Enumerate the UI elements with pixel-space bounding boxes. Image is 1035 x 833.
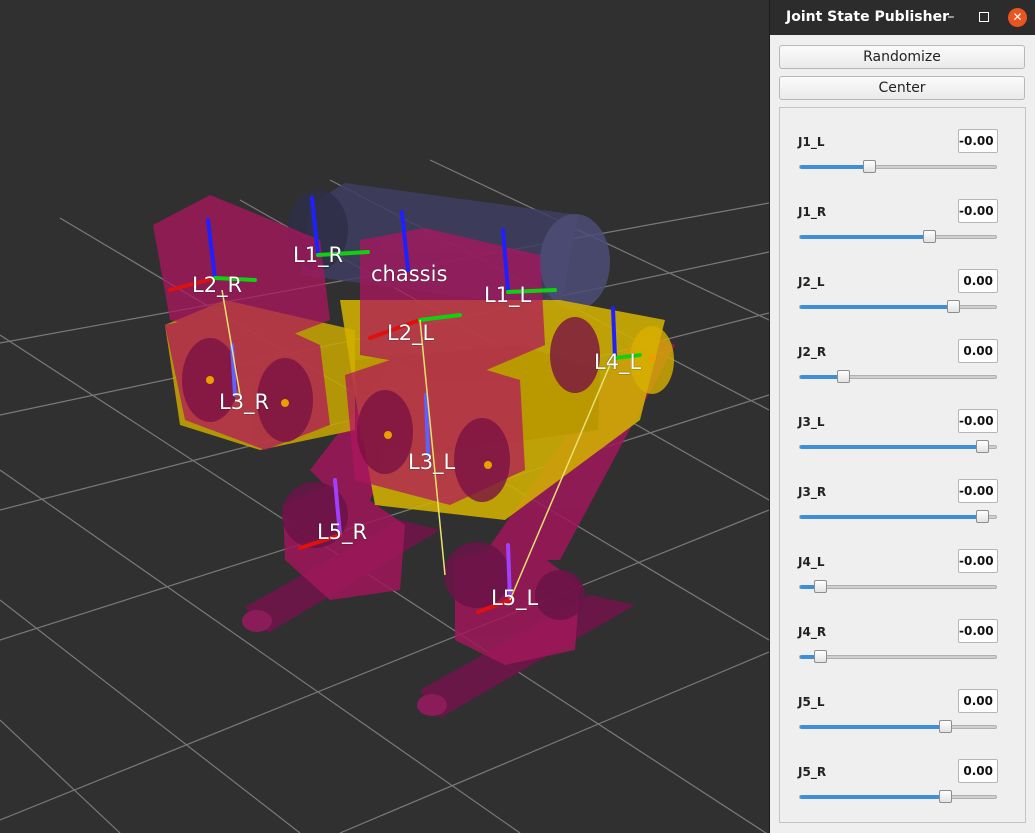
scene-render (0, 159, 769, 833)
slider-fill (800, 235, 930, 239)
joint-value-field[interactable]: 0.00 (958, 269, 998, 293)
slider-handle[interactable] (813, 580, 827, 593)
joint-slider[interactable] (799, 440, 997, 453)
slider-fill (800, 165, 869, 169)
frame-label-l1-r: L1_R (293, 243, 344, 267)
joint-row-j3-l: J3_L -0.00 (780, 391, 1025, 461)
window-title: Joint State Publisher (786, 9, 949, 25)
close-icon: ✕ (1012, 10, 1023, 24)
maximize-button[interactable] (974, 7, 994, 27)
minimize-icon: – (947, 9, 955, 25)
frame-label-l1-l: L1_L (484, 283, 532, 307)
joint-value-field[interactable]: -0.00 (958, 129, 998, 153)
joint-value-field[interactable]: 0.00 (958, 759, 998, 783)
slider-handle[interactable] (939, 720, 953, 733)
slider-fill (800, 725, 946, 729)
joint-row-j2-r: J2_R 0.00 (780, 321, 1025, 391)
joint-name-label: J4_R (798, 625, 827, 639)
slider-handle[interactable] (976, 510, 990, 523)
joint-value-field[interactable]: -0.00 (958, 549, 998, 573)
joint-row-j5-l: J5_L 0.00 (780, 671, 1025, 741)
joint-slider[interactable] (799, 720, 997, 733)
joint-slider[interactable] (799, 790, 997, 803)
slider-handle[interactable] (862, 160, 876, 173)
frame-label-l2-r: L2_R (192, 273, 243, 297)
joint-row-j1-l: J1_L -0.00 (780, 111, 1025, 181)
joint-name-label: J5_R (798, 765, 827, 779)
joint-row-j4-l: J4_L -0.00 (780, 531, 1025, 601)
frame-label-l2-l: L2_L (387, 321, 435, 345)
frame-label-chassis: chassis (371, 262, 448, 286)
slider-handle[interactable] (837, 370, 851, 383)
joint-slider[interactable] (799, 230, 997, 243)
joint-slider[interactable] (799, 650, 997, 663)
slider-handle[interactable] (939, 790, 953, 803)
joint-name-label: J2_R (798, 345, 827, 359)
maximize-icon (979, 12, 989, 22)
slider-fill (800, 795, 946, 799)
joint-slider[interactable] (799, 300, 997, 313)
joint-value-field[interactable]: -0.00 (958, 479, 998, 503)
joint-name-label: J3_R (798, 485, 827, 499)
joint-row-j5-r: J5_R 0.00 (780, 741, 1025, 811)
window-titlebar[interactable]: Joint State Publisher – ✕ (770, 0, 1035, 35)
slider-handle[interactable] (976, 440, 990, 453)
joint-slider[interactable] (799, 510, 997, 523)
joint-row-j2-l: J2_L 0.00 (780, 251, 1025, 321)
slider-handle[interactable] (923, 230, 937, 243)
slider-handle[interactable] (813, 650, 827, 663)
joint-state-publisher-window: Joint State Publisher – ✕ Randomize Cent… (769, 0, 1035, 833)
joint-value-field[interactable]: -0.00 (958, 409, 998, 433)
slider-fill (800, 305, 953, 309)
joint-row-j1-r: J1_R -0.00 (780, 181, 1025, 251)
joint-name-label: J1_R (798, 205, 827, 219)
joint-name-label: J3_L (798, 415, 825, 429)
frame-label-l4-l: L4_L (594, 350, 642, 374)
joint-name-label: J5_L (798, 695, 825, 709)
joint-value-field[interactable]: -0.00 (958, 199, 998, 223)
joint-slider[interactable] (799, 160, 997, 173)
randomize-button[interactable]: Randomize (779, 45, 1025, 69)
joint-name-label: J2_L (798, 275, 825, 289)
joint-row-j3-r: J3_R -0.00 (780, 461, 1025, 531)
center-button[interactable]: Center (779, 76, 1025, 100)
joint-name-label: J4_L (798, 555, 825, 569)
3d-viewport[interactable]: L1_R chassis L2_R L1_L L2_L L4_L L3_R L3… (0, 0, 769, 833)
frame-label-l5-l: L5_L (491, 586, 539, 610)
frame-label-l5-r: L5_R (317, 520, 368, 544)
close-button[interactable]: ✕ (1008, 8, 1027, 27)
joint-slider[interactable] (799, 370, 997, 383)
minimize-button[interactable]: – (941, 7, 961, 27)
slider-handle[interactable] (946, 300, 960, 313)
frame-label-l3-l: L3_L (408, 450, 456, 474)
joint-sliders-panel: J1_L -0.00 J1_R -0.00 J2_L 0.00 J2_R 0.00 J3_L -0… (779, 107, 1026, 823)
joint-slider[interactable] (799, 580, 997, 593)
joint-row-j4-r: J4_R -0.00 (780, 601, 1025, 671)
joint-value-field[interactable]: 0.00 (958, 339, 998, 363)
joint-name-label: J1_L (798, 135, 825, 149)
joint-value-field[interactable]: -0.00 (958, 619, 998, 643)
frame-label-l3-r: L3_R (219, 390, 270, 414)
joint-value-field[interactable]: 0.00 (958, 689, 998, 713)
slider-fill (800, 445, 983, 449)
slider-fill (800, 515, 983, 519)
